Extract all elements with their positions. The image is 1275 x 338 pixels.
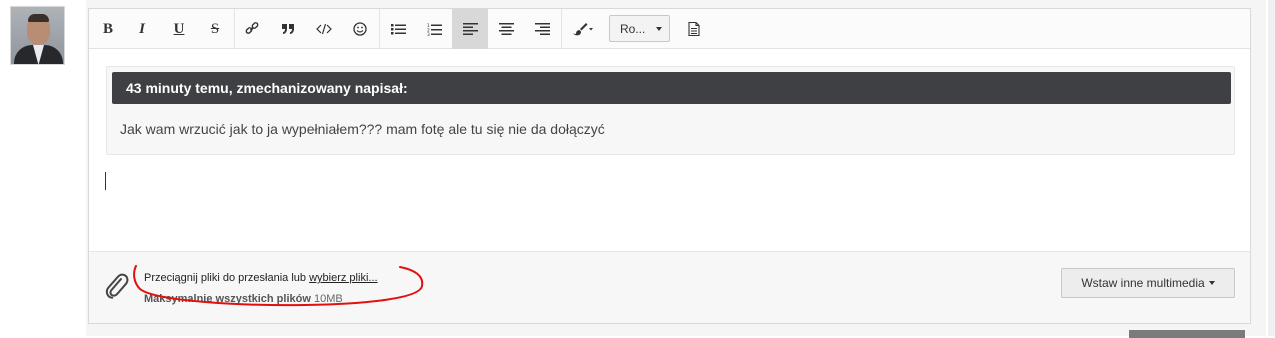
editor-toolbar: B I U S 123 Ro... — [89, 9, 1250, 49]
quote-button[interactable] — [275, 9, 301, 49]
insert-media-button[interactable]: Wstaw inne multimedia — [1061, 268, 1235, 298]
quote-citation: 43 minuty temu, zmechanizowany napisał: — [112, 72, 1231, 104]
avatar[interactable] — [10, 6, 65, 65]
underline-button[interactable]: U — [166, 9, 192, 49]
insert-media-label: Wstaw inne multimedia — [1081, 276, 1205, 290]
annotation-circle — [133, 265, 424, 307]
align-center-button[interactable] — [493, 9, 519, 49]
code-icon — [316, 23, 332, 35]
attachment-area[interactable]: Przeciągnij pliki do przesłania lub wybi… — [89, 251, 1250, 323]
align-right-icon — [534, 23, 550, 35]
font-family-select[interactable]: Ro... — [609, 15, 670, 42]
quoted-post: 43 minuty temu, zmechanizowany napisał: … — [106, 66, 1235, 155]
paperclip-icon — [105, 273, 129, 299]
quote-icon — [282, 24, 294, 34]
emoji-button[interactable] — [347, 9, 373, 49]
source-button[interactable] — [681, 9, 707, 49]
strikethrough-button[interactable]: S — [202, 9, 228, 49]
italic-button[interactable]: I — [129, 9, 155, 49]
bullet-list-icon — [390, 24, 406, 35]
reply-editor: B I U S 123 Ro... 43 minuty temu, zmecha… — [88, 8, 1251, 324]
quote-text: Jak wam wrzucić jak to ja wypełniałem???… — [120, 121, 605, 137]
align-right-button[interactable] — [529, 9, 555, 49]
align-left-button[interactable] — [452, 9, 488, 49]
emoji-icon — [353, 22, 367, 36]
text-cursor[interactable] — [105, 172, 106, 190]
align-center-icon — [498, 23, 514, 35]
svg-text:3: 3 — [427, 32, 430, 36]
font-family-value: Ro... — [620, 21, 646, 36]
document-icon — [688, 22, 700, 36]
link-button[interactable] — [239, 9, 265, 49]
scroll-gutter — [1268, 0, 1275, 336]
toolbar-divider — [234, 9, 235, 49]
color-picker-button[interactable] — [567, 9, 599, 49]
submit-button-edge[interactable] — [1129, 330, 1245, 338]
align-left-icon — [462, 23, 478, 35]
link-icon — [245, 22, 259, 34]
toolbar-divider — [561, 9, 562, 49]
chevron-down-icon — [656, 27, 662, 31]
bold-button[interactable]: B — [95, 9, 121, 49]
numbered-list-icon: 123 — [427, 23, 442, 36]
code-button[interactable] — [311, 9, 337, 49]
paint-brush-icon — [573, 23, 593, 36]
numbered-list-button[interactable]: 123 — [421, 9, 447, 49]
toolbar-divider — [379, 9, 380, 49]
chevron-down-icon — [1208, 281, 1215, 285]
bullet-list-button[interactable] — [385, 9, 411, 49]
